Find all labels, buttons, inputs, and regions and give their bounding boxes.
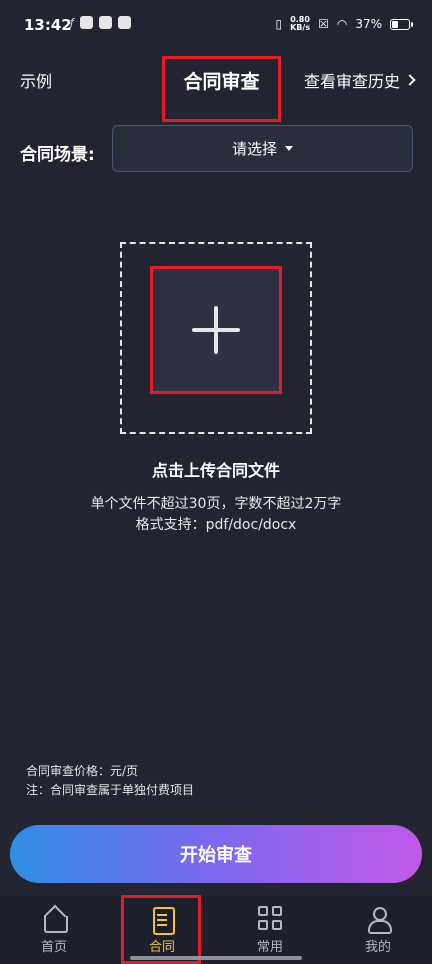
grid-cell (272, 906, 282, 916)
doc-icon (148, 906, 176, 935)
wifi-icon: ◠ (336, 17, 348, 31)
price-note: 合同审查价格：元/页 注：合同审查属于单独付费项目 (26, 762, 194, 800)
scene-select-value: 请选择 (231, 140, 277, 158)
nav-label: 合同 (148, 940, 175, 955)
net-speed-unit: KB/s (290, 23, 311, 32)
home-indicator (130, 956, 302, 960)
battery-percent: 37% (355, 17, 382, 31)
upload-title: 点击上传合同文件 (151, 461, 280, 480)
home-icon (40, 906, 68, 933)
grid-cell (272, 920, 282, 930)
caret-down-icon (285, 146, 293, 151)
nav-item-contract[interactable]: 合同 (108, 896, 216, 964)
notification-icons: ƒ (70, 16, 131, 29)
price-note-line: 注：合同审查属于单独付费项目 (26, 783, 195, 797)
screen: 13:42 ƒ ▯ 0.80 KB/s ☒ ◠ 37% 示例 合同审查 查看审查… (0, 0, 432, 964)
chevron-right-icon (404, 74, 416, 86)
app-notification-icon (79, 16, 93, 29)
upload-button[interactable] (150, 266, 282, 394)
price-line: 合同审查价格：元/页 (26, 764, 139, 778)
example-link[interactable]: 示例 (20, 68, 52, 92)
vibrate-icon: ▯ (275, 17, 283, 31)
app-notification-icon (98, 16, 112, 29)
upload-hint: 单个文件不超过30页，字数不超过2万字 格式支持：pdf/doc/docx (0, 494, 432, 536)
user-icon (364, 906, 392, 934)
nav-item-home[interactable]: 首页 (0, 896, 108, 964)
start-review-button[interactable]: 开始审查 (10, 825, 422, 883)
scene-select[interactable]: 请选择 (112, 125, 413, 172)
app-notification-icon (117, 16, 131, 29)
nav-label: 常用 (256, 940, 283, 955)
nav-item-common[interactable]: 常用 (216, 896, 324, 964)
grid-cell (258, 906, 268, 916)
status-bar: 13:42 ƒ ▯ 0.80 KB/s ☒ ◠ 37% (0, 0, 432, 52)
header: 示例 合同审查 查看审查历史 (0, 56, 432, 122)
nav-label: 首页 (40, 940, 67, 955)
status-right: ▯ 0.80 KB/s ☒ ◠ 37% (275, 16, 413, 32)
scene-label: 合同场景: (20, 145, 95, 165)
history-link-label: 查看审查历史 (303, 72, 400, 91)
upload-hint-line2: 格式支持：pdf/doc/docx (135, 517, 297, 533)
grid-icon (256, 906, 284, 932)
nav-label: 我的 (364, 940, 391, 955)
history-link[interactable]: 查看审查历史 (303, 68, 416, 92)
battery-icon (390, 18, 413, 30)
bottom-nav: 首页 合同 常用 我的 (0, 896, 432, 964)
network-speed: 0.80 KB/s (290, 16, 310, 32)
plus-icon (192, 306, 240, 354)
upload-hint-line1: 单个文件不超过30页，字数不超过2万字 (90, 496, 342, 512)
app-notification-icon: ƒ (70, 16, 74, 29)
status-time: 13:42 (24, 16, 72, 34)
grid-cell (258, 920, 268, 930)
title-highlight-box: 合同审查 (162, 56, 281, 122)
nav-item-mine[interactable]: 我的 (324, 896, 432, 964)
page-title: 合同审查 (183, 71, 260, 93)
sim-icon: ☒ (318, 17, 329, 31)
battery-fill (392, 20, 398, 28)
